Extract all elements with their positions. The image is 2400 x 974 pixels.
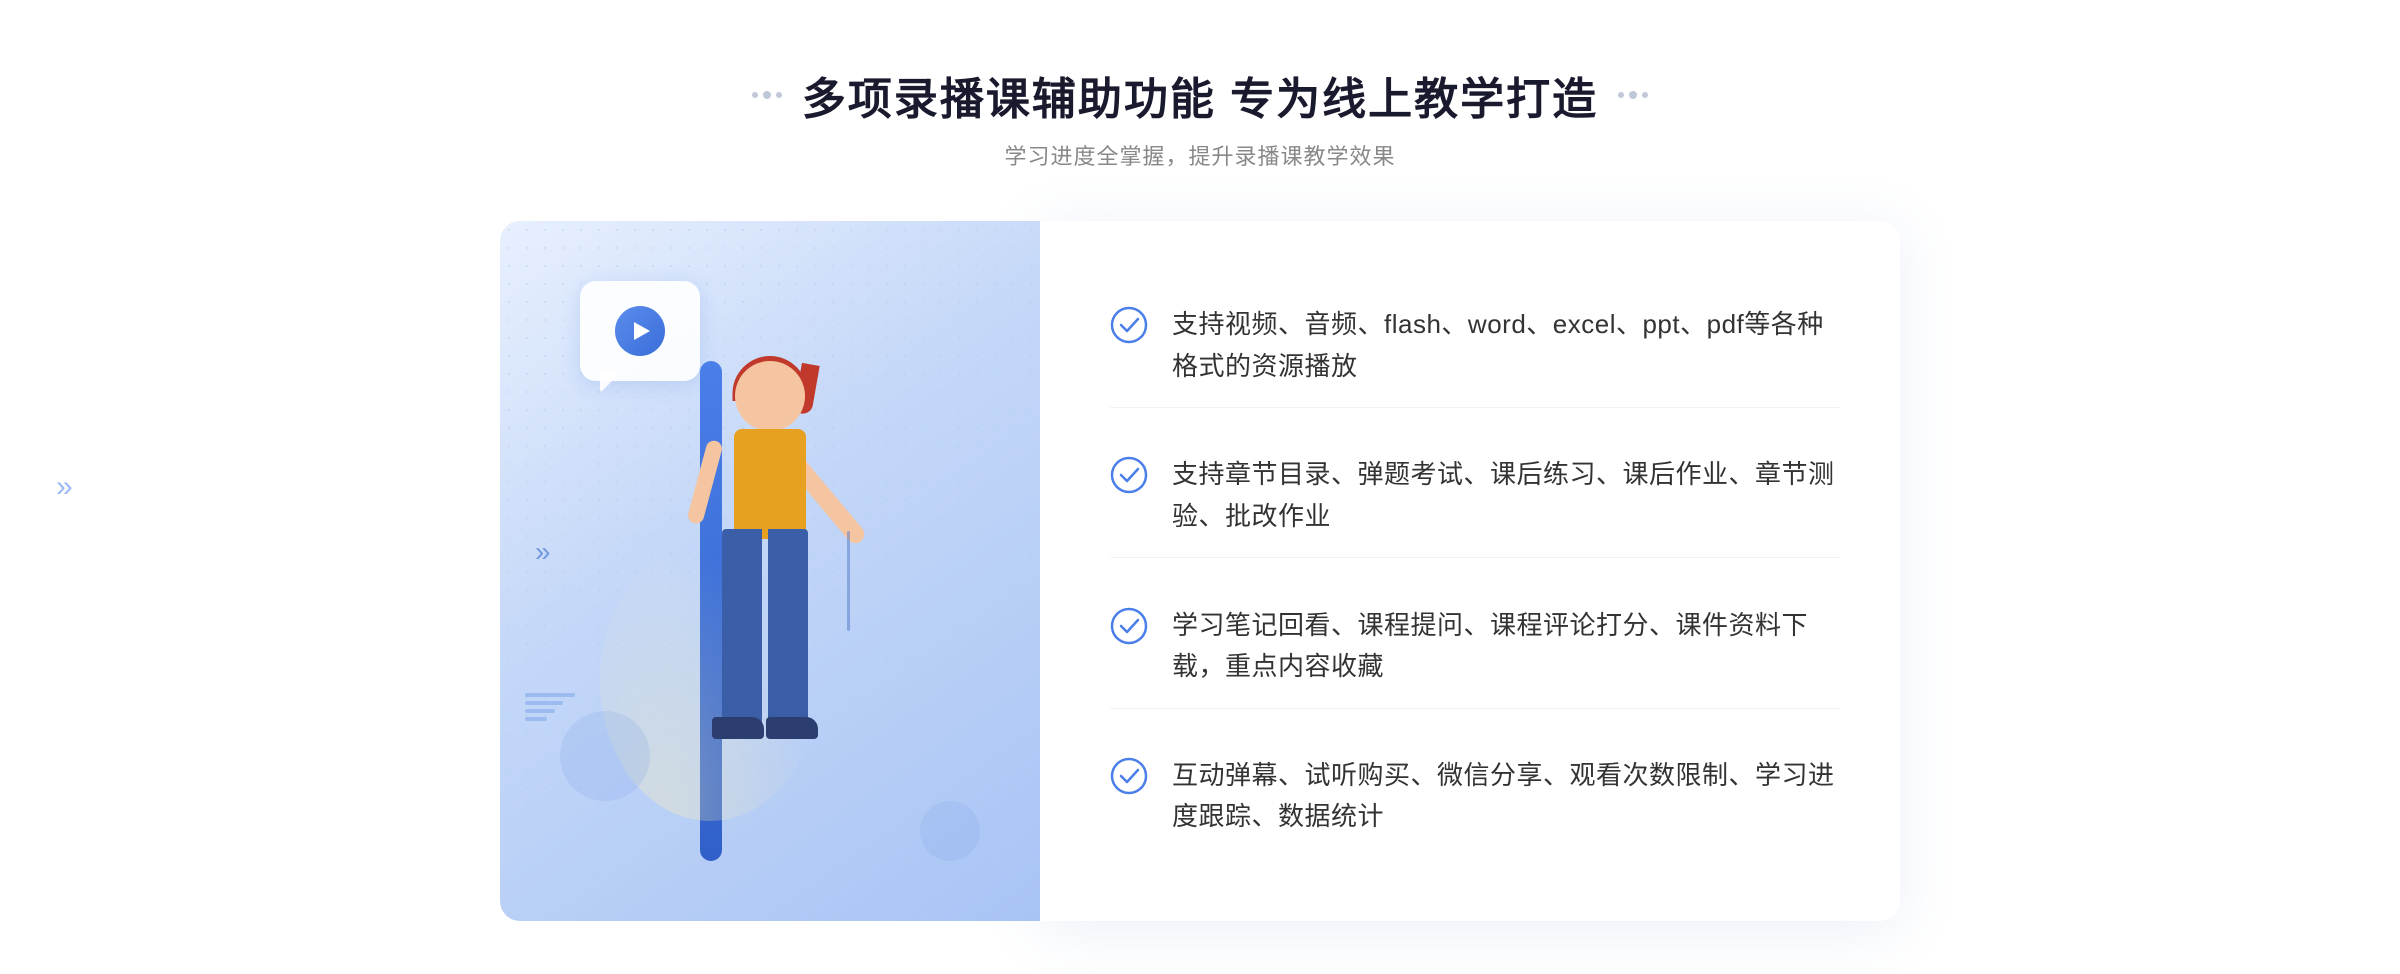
check-circle-icon-3 bbox=[1110, 607, 1148, 645]
page-subtitle: 学习进度全掌握，提升录播课教学效果 bbox=[1004, 139, 1395, 171]
person-head bbox=[735, 361, 805, 431]
title-dots-left bbox=[752, 91, 782, 99]
person-body bbox=[734, 429, 806, 539]
person-string bbox=[847, 531, 850, 631]
deco-lines bbox=[525, 693, 575, 721]
left-illustration: » bbox=[500, 221, 1040, 921]
header-section: 多项录播课辅助功能 专为线上教学打造 学习进度全掌握，提升录播课教学效果 bbox=[752, 63, 1648, 171]
right-panel: 支持视频、音频、flash、word、excel、ppt、pdf等各种格式的资源… bbox=[1040, 221, 1900, 921]
person-figure bbox=[640, 361, 900, 921]
feature-item-3: 学习笔记回看、课程提问、课程评论打分、课件资料下载，重点内容收藏 bbox=[1110, 585, 1840, 709]
check-circle-icon-2 bbox=[1110, 456, 1148, 494]
person-arm-left bbox=[686, 439, 723, 525]
feature-text-1: 支持视频、音频、flash、word、excel、ppt、pdf等各种格式的资源… bbox=[1172, 304, 1840, 387]
page-container: 多项录播课辅助功能 专为线上教学打造 学习进度全掌握，提升录播课教学效果 » bbox=[0, 23, 2400, 951]
check-circle-icon-1 bbox=[1110, 306, 1148, 344]
person-shoe-right bbox=[766, 717, 818, 739]
feature-text-3: 学习笔记回看、课程提问、课程评论打分、课件资料下载，重点内容收藏 bbox=[1172, 605, 1840, 688]
page-title: 多项录播课辅助功能 专为线上教学打造 bbox=[802, 63, 1598, 127]
check-circle-icon-4 bbox=[1110, 757, 1148, 795]
page-arrows-left: » bbox=[56, 470, 73, 504]
title-dots-right bbox=[1618, 91, 1648, 99]
person-pants-left bbox=[722, 529, 762, 729]
feature-item-2: 支持章节目录、弹题考试、课后练习、课后作业、章节测验、批改作业 bbox=[1110, 434, 1840, 558]
person-shoe-left bbox=[712, 717, 764, 739]
person-pants-right bbox=[768, 529, 808, 729]
feature-text-2: 支持章节目录、弹题考试、课后练习、课后作业、章节测验、批改作业 bbox=[1172, 454, 1840, 537]
content-area: » bbox=[500, 221, 1900, 921]
circle-deco-1 bbox=[560, 711, 650, 801]
feature-item-1: 支持视频、音频、flash、word、excel、ppt、pdf等各种格式的资源… bbox=[1110, 284, 1840, 408]
play-icon bbox=[615, 306, 665, 356]
double-arrow-icon: » bbox=[535, 536, 551, 568]
feature-item-4: 互动弹幕、试听购买、微信分享、观看次数限制、学习进度跟踪、数据统计 bbox=[1110, 735, 1840, 858]
feature-text-4: 互动弹幕、试听购买、微信分享、观看次数限制、学习进度跟踪、数据统计 bbox=[1172, 755, 1840, 838]
circle-deco-2 bbox=[920, 801, 980, 861]
title-row: 多项录播课辅助功能 专为线上教学打造 bbox=[752, 63, 1648, 127]
